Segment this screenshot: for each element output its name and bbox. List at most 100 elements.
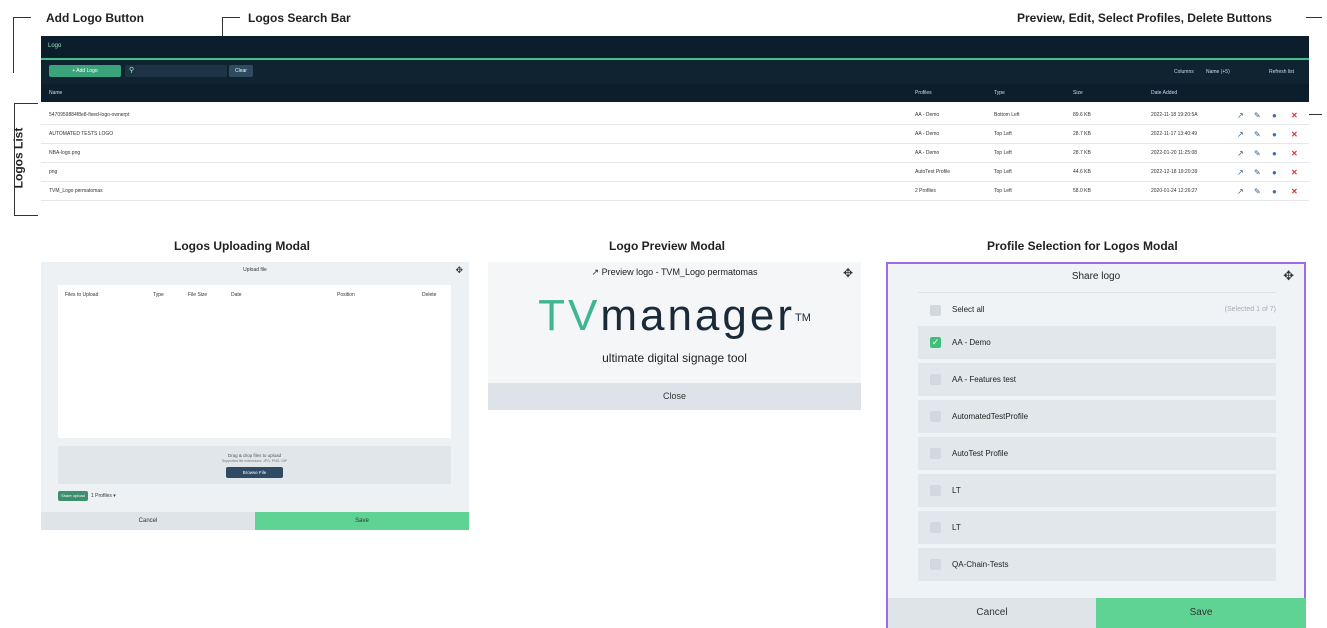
profiles-icon[interactable]: ● bbox=[1272, 188, 1277, 196]
logo-profiles[interactable]: 2 Profiles bbox=[915, 188, 936, 194]
logo-name: AUTOMATED TESTS LOGO bbox=[49, 131, 114, 137]
logo-size: 28.7 KB bbox=[1073, 131, 1091, 137]
table-row[interactable]: NBA-logo.png AA - Demo Top Left 28.7 KB … bbox=[41, 144, 1309, 163]
edit-icon[interactable]: ✎ bbox=[1254, 112, 1261, 120]
annotation-action-buttons: Preview, Edit, Select Profiles, Delete B… bbox=[1017, 11, 1272, 25]
preview-modal: ↗ Preview logo - TVM_Logo permatomas ✥ T… bbox=[488, 262, 861, 410]
table-row[interactable]: 5470959884f8e8-fixed-logo-ownerpt AA - D… bbox=[41, 106, 1309, 125]
preview-icon[interactable]: ↗ bbox=[1237, 150, 1244, 158]
logo-date: 2020-01-24 12:26:27 bbox=[1151, 188, 1198, 194]
preview-icon[interactable]: ↗ bbox=[1237, 169, 1244, 177]
profiles-dropdown-label: 1 Profiles bbox=[91, 493, 112, 499]
annotation-add-logo: Add Logo Button bbox=[46, 11, 144, 25]
profile-option[interactable]: LT bbox=[918, 474, 1276, 507]
select-all-label: Select all bbox=[952, 305, 985, 314]
header-size[interactable]: Size bbox=[1073, 90, 1083, 96]
drop-text: Drag & drop files to upload bbox=[227, 453, 282, 458]
save-button[interactable]: Save bbox=[255, 512, 469, 530]
header-profiles[interactable]: Profiles bbox=[915, 90, 932, 96]
preview-icon[interactable]: ↗ bbox=[1237, 131, 1244, 139]
profile-checkbox[interactable] bbox=[930, 485, 941, 496]
table-row[interactable]: AUTOMATED TESTS LOGO AA - Demo Top Left … bbox=[41, 125, 1309, 144]
profile-label: AutoTest Profile bbox=[952, 449, 1009, 458]
preview-icon[interactable]: ↗ bbox=[1237, 112, 1244, 120]
upload-modal: Upload file ✥ Files to Upload Type File … bbox=[41, 262, 469, 530]
profile-label: LT bbox=[952, 523, 961, 532]
edit-icon[interactable]: ✎ bbox=[1254, 131, 1261, 139]
profile-option[interactable]: LT bbox=[918, 511, 1276, 544]
edit-icon[interactable]: ✎ bbox=[1254, 188, 1261, 196]
profile-option[interactable]: AutoTest Profile bbox=[918, 437, 1276, 470]
browse-file-button[interactable]: Browse File bbox=[226, 467, 283, 478]
cancel-button[interactable]: Cancel bbox=[41, 512, 255, 530]
logo-tagline: ultimate digital signage tool bbox=[602, 351, 747, 365]
profile-option[interactable]: QA-Chain-Tests bbox=[918, 548, 1276, 581]
close-button[interactable]: Close bbox=[488, 383, 861, 410]
logo-tv: TV bbox=[538, 291, 601, 340]
cancel-button[interactable]: Cancel bbox=[888, 598, 1096, 628]
move-icon[interactable]: ✥ bbox=[1283, 268, 1294, 284]
table-row[interactable]: TVM_Logo permatomas 2 Profiles Top Left … bbox=[41, 182, 1309, 201]
col-file-size: File Size bbox=[188, 292, 208, 298]
profiles-icon[interactable]: ● bbox=[1272, 112, 1277, 120]
profile-checkbox[interactable] bbox=[930, 374, 941, 385]
profiles-icon[interactable]: ● bbox=[1272, 150, 1277, 158]
select-all-checkbox[interactable] bbox=[930, 305, 941, 316]
profile-checkbox[interactable] bbox=[930, 411, 941, 422]
preview-modal-header: ↗ Preview logo - TVM_Logo permatomas bbox=[488, 267, 861, 278]
header-name[interactable]: Name bbox=[49, 90, 62, 96]
logo-type: Top Left bbox=[994, 150, 1012, 156]
columns-label: Columns bbox=[1174, 69, 1194, 75]
profile-option[interactable]: ✓ AA - Demo bbox=[918, 326, 1276, 359]
chevron-down-icon: ▾ bbox=[113, 493, 116, 499]
logo-size: 58.0 KB bbox=[1073, 188, 1091, 194]
logo-date: 2022-01-20 11:25:08 bbox=[1151, 150, 1198, 156]
profile-label: AA - Demo bbox=[952, 338, 991, 347]
logo-profiles: AutoTest Profile bbox=[915, 169, 951, 175]
profiles-icon[interactable]: ● bbox=[1272, 131, 1277, 139]
search-input[interactable]: ⚲ bbox=[125, 65, 227, 77]
profile-option[interactable]: AA - Features test bbox=[918, 363, 1276, 396]
select-all-row[interactable]: Select all (Selected 1 of 7) bbox=[918, 292, 1276, 329]
move-icon[interactable]: ✥ bbox=[843, 266, 853, 280]
col-date: Date bbox=[231, 292, 242, 298]
table-header: Name Profiles Type Size Date Added bbox=[41, 84, 1309, 102]
preview-icon[interactable]: ↗ bbox=[1237, 188, 1244, 196]
selected-count: (Selected 1 of 7) bbox=[1224, 306, 1276, 313]
profile-label: QA-Chain-Tests bbox=[952, 560, 1009, 569]
table-row[interactable]: png AutoTest Profile Top Left 44.6 KB 20… bbox=[41, 163, 1309, 182]
logo-type: Top Left bbox=[994, 131, 1012, 137]
add-logo-button[interactable]: + Add Logo bbox=[49, 65, 121, 77]
external-link-icon: ↗ bbox=[591, 267, 600, 277]
annotation-search-bar: Logos Search Bar bbox=[248, 11, 351, 25]
delete-icon[interactable]: ✕ bbox=[1291, 112, 1298, 120]
logo-name: TVM_Logo permatomas bbox=[49, 188, 103, 194]
profiles-icon[interactable]: ● bbox=[1272, 169, 1277, 177]
profile-label: AA - Features test bbox=[952, 375, 1017, 384]
delete-icon[interactable]: ✕ bbox=[1291, 150, 1298, 158]
save-button[interactable]: Save bbox=[1096, 598, 1306, 628]
clear-button[interactable]: Clear bbox=[229, 65, 253, 77]
delete-icon[interactable]: ✕ bbox=[1291, 131, 1298, 139]
move-icon[interactable]: ✥ bbox=[455, 265, 463, 276]
delete-icon[interactable]: ✕ bbox=[1291, 169, 1298, 177]
refresh-button[interactable]: Refresh list bbox=[1269, 69, 1294, 75]
logo-size: 28.7 KB bbox=[1073, 150, 1091, 156]
profile-option[interactable]: AutomatedTestProfile bbox=[918, 400, 1276, 433]
edit-icon[interactable]: ✎ bbox=[1254, 150, 1261, 158]
edit-icon[interactable]: ✎ bbox=[1254, 169, 1261, 177]
share-upload-button[interactable]: Share upload bbox=[58, 491, 88, 501]
annotation-preview-modal: Logo Preview Modal bbox=[609, 239, 726, 253]
profile-checkbox[interactable] bbox=[930, 448, 941, 459]
check-icon[interactable]: ✓ bbox=[930, 337, 941, 348]
header-type[interactable]: Type bbox=[994, 90, 1005, 96]
profile-checkbox[interactable] bbox=[930, 559, 941, 570]
drop-zone[interactable]: Drag & drop files to upload Supported fi… bbox=[58, 446, 451, 484]
profile-checkbox[interactable] bbox=[930, 522, 941, 533]
header-date[interactable]: Date Added bbox=[1151, 90, 1177, 96]
delete-icon[interactable]: ✕ bbox=[1291, 188, 1298, 196]
top-bar: Logo bbox=[41, 36, 1309, 60]
profiles-dropdown[interactable]: 1 Profiles ▾ bbox=[91, 493, 116, 499]
columns-select[interactable]: Name (+5) bbox=[1206, 69, 1230, 75]
logo-date: 2022-12-18 19:20:39 bbox=[1151, 169, 1198, 175]
